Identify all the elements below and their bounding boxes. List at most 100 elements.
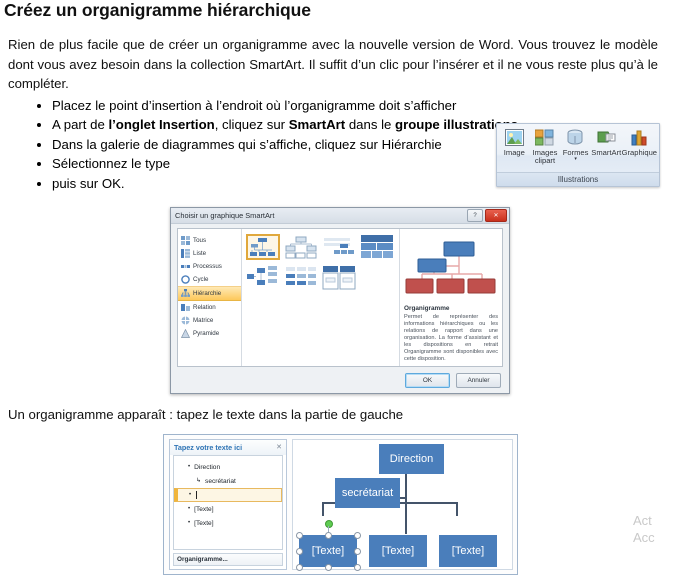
step-text: puis sur OK. [52, 175, 125, 191]
bullet-icon: • [189, 492, 192, 498]
ribbon-illustrations-group: Image Images clipart Formes ▾ SmartArt G… [496, 123, 660, 187]
matrix-icon [181, 316, 190, 325]
chevron-down-icon[interactable]: ▾ [574, 157, 577, 162]
ribbon-button-formes[interactable]: Formes ▾ [560, 127, 591, 162]
node-label: Direction [389, 453, 434, 465]
text-pane-row-texte-2[interactable]: • [Texte] [174, 516, 282, 530]
category-label: Liste [193, 250, 207, 257]
gallery-thumb-7[interactable] [322, 265, 356, 291]
smartart-dialog: Choisir un graphique SmartArt ? ✕ Tous L… [170, 207, 510, 394]
category-item-tous[interactable]: Tous [178, 234, 241, 247]
category-list: Tous Liste Processus Cycle Hiérarchie Re… [178, 229, 242, 366]
close-icon[interactable]: ✕ [276, 443, 282, 451]
text-pane-row-direction[interactable]: • Direction [174, 460, 282, 474]
text-pane-row-label: [Texte] [194, 505, 214, 513]
node-label: [Texte] [381, 545, 415, 557]
node-direction[interactable]: Direction [379, 444, 444, 474]
text-pane-title: Tapez votre texte ici [174, 443, 243, 452]
node-texte-2[interactable]: [Texte] [369, 535, 427, 567]
cycle-icon [181, 275, 190, 284]
text-pane-row-secretariat[interactable]: ↳ secrétariat [174, 474, 282, 488]
gallery-thumb-6[interactable] [284, 265, 318, 291]
ribbon-button-label: Images clipart [532, 148, 558, 166]
diagram-canvas[interactable]: Direction secrétariat [Texte] [Texte] [T… [292, 439, 513, 571]
list-item: puis sur OK. [52, 174, 522, 193]
connector-root-vertical [405, 473, 407, 534]
resize-handle-w[interactable] [296, 548, 303, 555]
ribbon-button-graphique[interactable]: Graphique [622, 127, 657, 157]
step-bold-smartart: SmartArt [288, 117, 346, 133]
step-text-mid2: dans le [345, 117, 396, 133]
bullet-icon: • [188, 464, 191, 470]
list-item: Sélectionnez le type [52, 154, 522, 173]
intro-paragraph: Rien de plus facile que de créer un orga… [8, 37, 658, 91]
category-label: Processus [193, 263, 222, 270]
dialog-footer: OK Annuler [405, 373, 501, 388]
document-page: Créez un organigramme hiérarchique Rien … [0, 0, 687, 579]
category-item-processus[interactable]: Processus [178, 260, 241, 273]
node-texte-1[interactable]: [Texte] [299, 535, 357, 567]
preview-title: Organigramme [404, 305, 450, 312]
text-pane-row-label: [Texte] [194, 519, 214, 527]
resize-handle-sw[interactable] [296, 564, 303, 571]
gallery-thumb-organigramme[interactable] [246, 234, 280, 260]
category-label: Hiérarchie [193, 290, 222, 297]
category-item-hierarchie[interactable]: Hiérarchie [178, 286, 241, 301]
caption-organigramme-apparait: Un organigramme apparaît : tapez le text… [8, 407, 404, 422]
step-text: Placez le point d’insertion à l’endroit … [52, 98, 457, 113]
ribbon-button-label: Graphique [621, 148, 658, 157]
ribbon-button-smartart[interactable]: SmartArt [591, 127, 622, 157]
rotation-handle[interactable] [325, 520, 333, 528]
step-bold-onglet-insertion: l’onglet Insertion [108, 117, 215, 133]
text-pane-row-texte-1[interactable]: • [Texte] [174, 502, 282, 516]
step-text: Dans la galerie de diagrammes qui s’affi… [52, 136, 442, 152]
resize-handle-s[interactable] [325, 564, 332, 571]
bullet-icon: • [188, 520, 191, 526]
gallery-thumb-5[interactable] [246, 265, 280, 291]
ribbon-button-images-clipart[interactable]: Images clipart [530, 127, 561, 166]
gallery-thumb-2[interactable] [284, 234, 318, 260]
cancel-button[interactable]: Annuler [456, 373, 501, 388]
node-texte-3[interactable]: [Texte] [439, 535, 497, 567]
text-pane-row-label: secrétariat [205, 477, 236, 485]
gallery-row [246, 234, 395, 260]
category-item-relation[interactable]: Relation [178, 301, 241, 314]
ribbon-buttons: Image Images clipart Formes ▾ SmartArt G… [497, 124, 659, 172]
dialog-title: Choisir un graphique SmartArt [175, 211, 275, 220]
smartart-icon [597, 127, 616, 148]
category-item-pyramide[interactable]: Pyramide [178, 327, 241, 340]
text-pane-footer: Organigramme... [173, 553, 283, 566]
category-item-cycle[interactable]: Cycle [178, 273, 241, 286]
text-pane-list: • Direction ↳ secrétariat • • [Texte] • … [173, 455, 283, 550]
preview-diagram [404, 234, 498, 301]
preview-pane: Organigramme Permet de représenter des i… [399, 229, 502, 366]
gallery-row [246, 265, 395, 291]
resize-handle-ne[interactable] [354, 532, 361, 539]
pyramid-icon [181, 329, 190, 338]
help-icon[interactable]: ? [467, 209, 483, 222]
step-text-mid: , cliquez sur [214, 117, 289, 133]
ribbon-button-image[interactable]: Image [499, 127, 530, 157]
dialog-title-bar: Choisir un graphique SmartArt ? ✕ [171, 208, 509, 224]
category-label: Cycle [193, 276, 209, 283]
ok-button[interactable]: OK [405, 373, 450, 388]
bullet-icon: • [188, 506, 191, 512]
step-text: Sélectionnez le type [52, 156, 171, 172]
step-text: A part de [52, 117, 109, 133]
gallery-thumb-3[interactable] [322, 234, 356, 260]
text-pane-row-active[interactable]: • [174, 488, 282, 502]
resize-handle-e[interactable] [354, 548, 361, 555]
gallery-thumb-4[interactable] [360, 234, 394, 260]
close-icon[interactable]: ✕ [485, 209, 507, 222]
resize-handle-nw[interactable] [296, 532, 303, 539]
resize-handle-n[interactable] [325, 532, 332, 539]
category-label: Pyramide [193, 330, 220, 337]
resize-handle-se[interactable] [354, 564, 361, 571]
all-icon [181, 236, 190, 245]
activation-watermark: Act Acc [633, 512, 685, 546]
category-item-matrice[interactable]: Matrice [178, 314, 241, 327]
category-item-liste[interactable]: Liste [178, 247, 241, 260]
node-label: [Texte] [311, 545, 345, 557]
watermark-line-2: Acc [633, 530, 655, 545]
node-secretariat[interactable]: secrétariat [335, 478, 400, 508]
